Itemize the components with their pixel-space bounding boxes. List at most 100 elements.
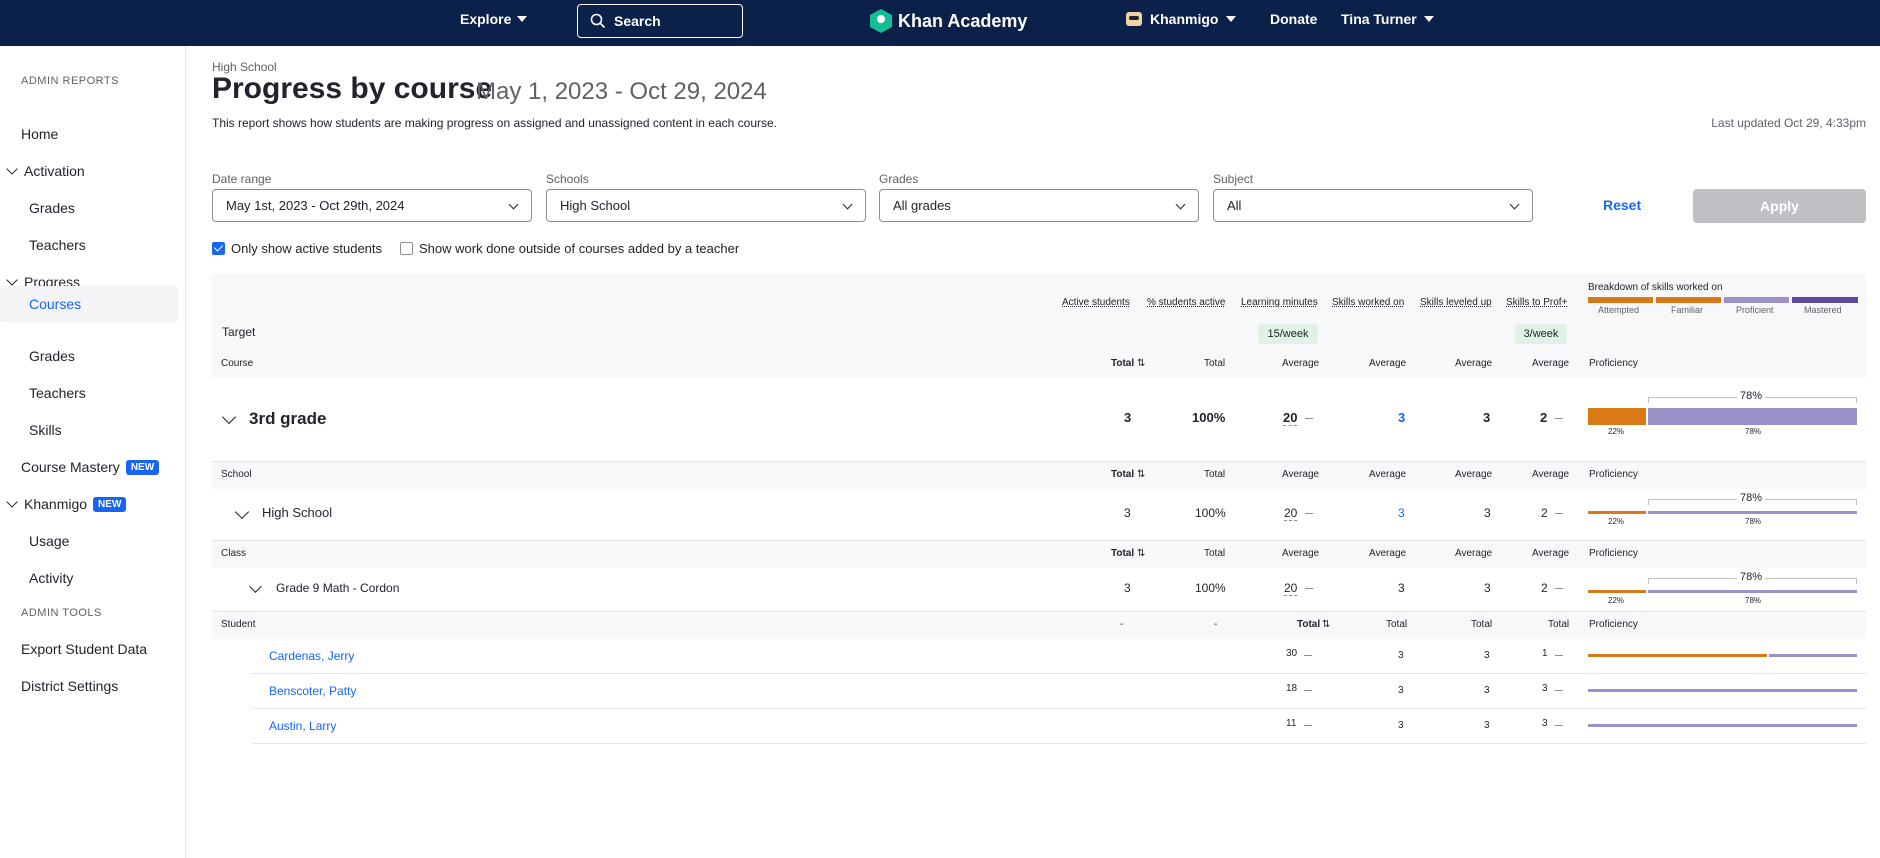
active-students-checkbox[interactable]: Only show active students: [212, 241, 382, 256]
sidebar-item-label: Teachers: [29, 237, 86, 253]
reset-button[interactable]: Reset: [1603, 197, 1641, 213]
date-range-select[interactable]: May 1st, 2023 - Oct 29th, 2024: [212, 189, 532, 222]
schools-value: High School: [560, 198, 631, 213]
col-pct-active[interactable]: % students active: [1147, 297, 1225, 308]
class-leveled: 3: [1484, 581, 1491, 595]
user-menu[interactable]: Tina Turner: [1341, 11, 1434, 27]
student-minutes: 30: [1286, 648, 1298, 659]
student-worked: 3: [1398, 650, 1404, 661]
school-active: 3: [1124, 506, 1131, 520]
sub-total-sortable[interactable]: Total: [1111, 548, 1134, 559]
class-worked: 3: [1398, 581, 1405, 595]
explore-menu[interactable]: Explore: [460, 11, 528, 27]
proficient-bar: [1588, 689, 1857, 692]
legend-mastered: Mastered: [1804, 305, 1842, 315]
sub-average: Average: [1532, 358, 1570, 369]
sub-average: Average: [1282, 548, 1320, 559]
dash-icon: [1555, 690, 1563, 691]
chevron-down-icon[interactable]: [234, 504, 250, 520]
new-badge: NEW: [125, 459, 160, 475]
col-skills-leveled[interactable]: Skills leveled up: [1420, 297, 1492, 308]
attempted-pct: 22%: [1608, 596, 1625, 605]
attempted-bar: [1588, 408, 1646, 425]
class-name: Grade 9 Math - Cordon: [276, 581, 400, 595]
student-col-label: Student: [221, 619, 256, 630]
col-learning-minutes[interactable]: Learning minutes: [1241, 297, 1318, 308]
col-active-students[interactable]: Active students: [1062, 297, 1130, 308]
col-skills-worked[interactable]: Skills worked on: [1332, 297, 1404, 308]
chevron-down-icon: [1175, 199, 1186, 210]
sidebar-item-home[interactable]: Home: [0, 117, 178, 151]
school-minutes: 20: [1284, 506, 1298, 521]
sort-icon[interactable]: ⇅: [1137, 469, 1145, 480]
sidebar-item-label: Grades: [29, 348, 75, 364]
target-prof: 3/week: [1515, 324, 1567, 344]
checkbox-label: Show work done outside of courses added …: [419, 241, 740, 256]
dash-icon: [1555, 655, 1563, 656]
student-prof: 3: [1542, 718, 1548, 729]
target-minutes: 15/week: [1258, 324, 1318, 344]
sidebar-item-activation-teachers[interactable]: Teachers: [0, 228, 178, 262]
school-worked[interactable]: 3: [1398, 506, 1405, 520]
student-worked: 3: [1398, 685, 1404, 696]
chevron-down-icon[interactable]: [221, 409, 237, 425]
sort-icon[interactable]: ⇅: [1137, 358, 1145, 369]
sort-icon[interactable]: ⇅: [1137, 548, 1145, 559]
student-name-link[interactable]: Benscoter, Patty: [269, 684, 356, 698]
sub-total-sortable[interactable]: Total: [1111, 469, 1134, 480]
donate-link[interactable]: Donate: [1270, 11, 1317, 27]
sidebar-item-khanmigo[interactable]: Khanmigo NEW: [0, 487, 178, 521]
course-pct: 100%: [1192, 410, 1226, 425]
sidebar-item-district-settings[interactable]: District Settings: [0, 669, 178, 703]
checkbox-unchecked[interactable]: [400, 242, 413, 255]
legend-mastered-swatch: [1792, 297, 1858, 303]
breakdown-title: Breakdown of skills worked on: [1588, 282, 1723, 293]
proficient-bar: [1648, 408, 1857, 425]
student-name-link[interactable]: Austin, Larry: [269, 719, 336, 733]
sidebar-item-label: District Settings: [21, 678, 119, 694]
outside-work-checkbox[interactable]: Show work done outside of courses added …: [400, 241, 739, 256]
sidebar-item-label: Activity: [29, 570, 74, 586]
course-leveled: 3: [1483, 410, 1491, 425]
sub-total-sortable[interactable]: Total: [1111, 358, 1134, 369]
khanmigo-menu[interactable]: Khanmigo: [1126, 11, 1237, 27]
last-updated: Last updated Oct 29, 4:33pm: [1711, 116, 1866, 130]
chevron-down-icon: [508, 199, 519, 210]
attempted-pct: 22%: [1608, 427, 1625, 436]
bracket-label: 78%: [1737, 571, 1766, 583]
legend-proficient-swatch: [1724, 297, 1789, 303]
sidebar-item-activation-grades[interactable]: Grades: [0, 191, 178, 225]
course-active: 3: [1124, 410, 1132, 425]
chevron-down-icon[interactable]: [249, 580, 262, 593]
sidebar-item-activity[interactable]: Activity: [0, 561, 178, 595]
sub-proficiency: Proficiency: [1589, 619, 1638, 630]
sidebar-item-skills[interactable]: Skills: [0, 413, 178, 447]
subject-label: Subject: [1213, 172, 1254, 186]
checkbox-checked[interactable]: [212, 242, 225, 255]
dash-icon: [1304, 725, 1312, 726]
new-badge: NEW: [93, 496, 127, 512]
caret-down-icon: [517, 16, 528, 22]
subject-select[interactable]: All: [1213, 189, 1533, 222]
sidebar-item-course-mastery[interactable]: Course Mastery NEW: [0, 450, 178, 484]
explore-label: Explore: [460, 11, 512, 27]
brand-name: Khan Academy: [898, 10, 1028, 31]
student-name-link[interactable]: Cardenas, Jerry: [269, 649, 354, 663]
sidebar-item-progress-teachers[interactable]: Teachers: [0, 376, 178, 410]
apply-button[interactable]: Apply: [1693, 189, 1866, 223]
khan-academy-logo[interactable]: Khan Academy: [870, 9, 1027, 33]
sidebar-item-courses[interactable]: Courses: [0, 286, 178, 322]
page-date-range: May 1, 2023 - Oct 29, 2024: [476, 78, 767, 105]
sidebar-item-progress-grades[interactable]: Grades: [0, 339, 178, 373]
schools-select[interactable]: High School: [546, 189, 866, 222]
course-worked[interactable]: 3: [1398, 410, 1405, 425]
sub-dash: -: [1214, 619, 1218, 630]
search-button[interactable]: Search: [577, 4, 743, 38]
sub-total-sortable[interactable]: Total: [1297, 619, 1320, 630]
sort-icon[interactable]: ⇅: [1322, 619, 1330, 630]
grades-select[interactable]: All grades: [879, 189, 1199, 222]
sidebar-item-usage[interactable]: Usage: [0, 524, 178, 558]
col-skills-to-prof[interactable]: Skills to Prof+: [1506, 297, 1567, 308]
sidebar-item-export-student-data[interactable]: Export Student Data: [0, 632, 178, 666]
sidebar-item-activation[interactable]: Activation: [0, 154, 178, 188]
